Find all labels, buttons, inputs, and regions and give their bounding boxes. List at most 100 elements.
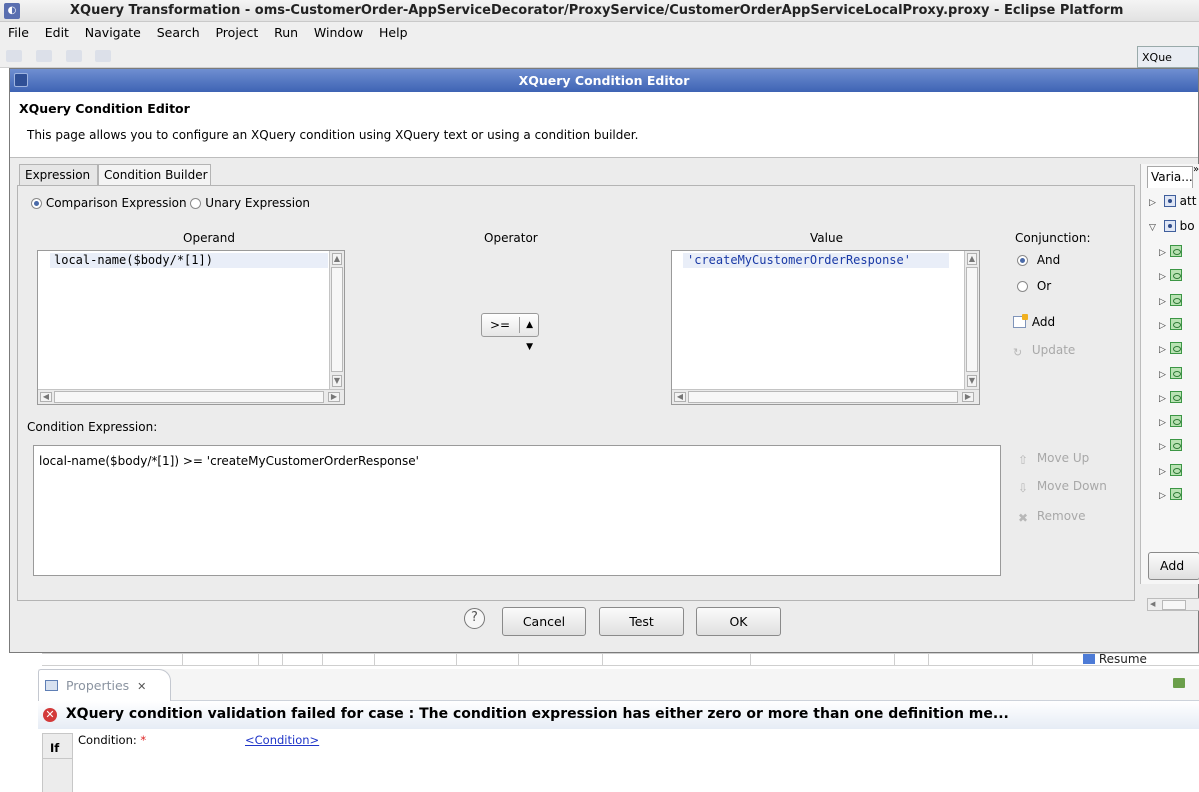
expand-triangle-icon[interactable]: ▷ (1159, 370, 1170, 380)
run-icon[interactable] (95, 50, 112, 62)
value-vscrollbar[interactable]: ▲ ▼ (964, 251, 979, 390)
operand-text[interactable]: local-name($body/*[1]) (50, 253, 328, 268)
scroll-up-arrow-icon[interactable]: ▲ (967, 253, 977, 265)
collapse-triangle-icon[interactable]: ▽ (1149, 223, 1160, 233)
operator-select[interactable]: >= ▲ ▼ (481, 313, 539, 352)
operand-hscrollbar[interactable]: ◀ ▶ (38, 389, 344, 404)
menu-navigate[interactable]: Navigate (81, 22, 145, 43)
scroll-down-arrow-icon[interactable]: ▼ (332, 375, 342, 387)
value-text[interactable]: 'createMyCustomerOrderResponse' (683, 253, 949, 268)
scroll-left-arrow-icon[interactable]: ◀ (1150, 600, 1155, 608)
scroll-thumb[interactable] (966, 267, 978, 372)
if-side-tab[interactable]: If (42, 733, 72, 759)
condition-link[interactable]: <Condition> (245, 733, 319, 747)
expand-triangle-icon[interactable]: ▷ (1159, 248, 1170, 258)
menu-help[interactable]: Help (375, 22, 412, 43)
operand-textarea[interactable]: local-name($body/*[1]) ▲ ▼ ◀ ▶ (37, 250, 345, 405)
expand-triangle-icon[interactable]: ▷ (1159, 442, 1170, 452)
expand-triangle-icon[interactable]: ▷ (1159, 467, 1170, 477)
save-icon[interactable] (35, 50, 52, 62)
update-button[interactable]: ↻ Update (1013, 343, 1075, 359)
tab-expression[interactable]: Expression (19, 164, 98, 185)
scroll-thumb[interactable] (54, 391, 324, 403)
xquery-perspective-tab[interactable]: XQue (1137, 46, 1199, 68)
expand-triangle-icon[interactable]: ▷ (1159, 491, 1170, 501)
cancel-button[interactable]: Cancel (502, 607, 586, 636)
variable-child-item[interactable]: ▷ (1159, 414, 1182, 434)
variable-child-item[interactable]: ▷ (1159, 366, 1182, 386)
comparison-expression-label[interactable]: Comparison Expression (46, 196, 187, 210)
scroll-left-arrow-icon[interactable]: ◀ (674, 392, 686, 402)
variable-child-item[interactable]: ▷ (1159, 390, 1182, 410)
condition-expression-text[interactable]: local-name($body/*[1]) >= 'createMyCusto… (39, 454, 419, 468)
variable-tree-item[interactable]: ▽ bo (1149, 219, 1195, 239)
variables-tab-label: Varia... (1151, 170, 1193, 184)
tab-overflow-chevron-icon[interactable]: » (1193, 164, 1199, 175)
properties-tab[interactable]: Properties ✕ (38, 669, 171, 702)
add-button[interactable]: Add (1013, 314, 1055, 329)
move-down-button[interactable]: ⇩ Move Down (1018, 479, 1107, 495)
comparison-expression-radio[interactable] (31, 198, 42, 209)
expand-triangle-icon[interactable]: ▷ (1159, 345, 1170, 355)
variable-icon (1163, 220, 1176, 232)
menu-search[interactable]: Search (153, 22, 204, 43)
expand-triangle-icon[interactable]: ▷ (1149, 198, 1160, 208)
menu-run[interactable]: Run (270, 22, 302, 43)
variable-child-item[interactable]: ▷ (1159, 244, 1182, 264)
resume-button[interactable]: Resume (1083, 652, 1147, 666)
variable-child-item[interactable]: ▷ (1159, 268, 1182, 288)
conjunction-or-label[interactable]: Or (1037, 279, 1051, 293)
remove-button[interactable]: ✖ Remove (1018, 509, 1086, 525)
scroll-thumb[interactable] (331, 267, 343, 372)
variable-child-item[interactable]: ▷ (1159, 438, 1182, 458)
condition-expression-textarea[interactable]: local-name($body/*[1]) >= 'createMyCusto… (33, 445, 1001, 576)
variable-child-item[interactable]: ▷ (1159, 487, 1182, 507)
scroll-right-arrow-icon[interactable]: ▶ (962, 392, 974, 402)
tab-condition-builder[interactable]: Condition Builder (98, 164, 211, 185)
menu-file[interactable]: File (4, 22, 33, 43)
expand-triangle-icon[interactable]: ▷ (1159, 394, 1170, 404)
scroll-left-arrow-icon[interactable]: ◀ (40, 392, 52, 402)
variable-child-item[interactable]: ▷ (1159, 293, 1182, 313)
variable-child-item[interactable]: ▷ (1159, 463, 1182, 483)
variable-child-item[interactable]: ▷ (1159, 341, 1182, 361)
conjunction-or-option[interactable]: Or (1017, 279, 1051, 293)
expand-triangle-icon[interactable]: ▷ (1159, 321, 1170, 331)
menu-project[interactable]: Project (211, 22, 262, 43)
new-icon[interactable] (6, 50, 22, 62)
conjunction-and-label[interactable]: And (1037, 253, 1060, 267)
expand-triangle-icon[interactable]: ▷ (1159, 297, 1170, 307)
menu-window[interactable]: Window (310, 22, 367, 43)
expand-triangle-icon[interactable]: ▷ (1159, 272, 1170, 282)
variables-hscrollbar[interactable]: ◀ (1147, 598, 1199, 611)
unary-expression-label[interactable]: Unary Expression (205, 196, 310, 210)
close-icon[interactable]: ✕ (137, 680, 146, 693)
variables-tab[interactable]: Varia... (1147, 166, 1193, 188)
ok-button[interactable]: OK (696, 607, 781, 636)
view-menu-icon[interactable] (1173, 678, 1185, 688)
operand-vscrollbar[interactable]: ▲ ▼ (329, 251, 344, 390)
print-icon[interactable] (65, 50, 82, 62)
element-icon (1170, 366, 1182, 379)
expand-triangle-icon[interactable]: ▷ (1159, 418, 1170, 428)
element-icon (1170, 415, 1182, 428)
help-icon[interactable]: ? (464, 608, 485, 629)
unary-expression-radio[interactable] (190, 198, 202, 209)
conjunction-and-radio[interactable] (1017, 255, 1028, 266)
scroll-thumb[interactable] (1162, 600, 1186, 610)
test-button[interactable]: Test (599, 607, 684, 636)
scroll-up-arrow-icon[interactable]: ▲ (332, 253, 342, 265)
variables-add-button[interactable]: Add (1148, 552, 1199, 580)
variable-child-item[interactable]: ▷ (1159, 317, 1182, 337)
scroll-right-arrow-icon[interactable]: ▶ (328, 392, 340, 402)
menu-edit[interactable]: Edit (41, 22, 73, 43)
conjunction-or-radio[interactable] (1017, 281, 1028, 292)
scroll-thumb[interactable] (688, 391, 958, 403)
value-hscrollbar[interactable]: ◀ ▶ (672, 389, 979, 404)
value-textarea[interactable]: 'createMyCustomerOrderResponse' ▲ ▼ ◀ ▶ (671, 250, 980, 405)
scroll-down-arrow-icon[interactable]: ▼ (967, 375, 977, 387)
conjunction-and-option[interactable]: And (1017, 253, 1060, 267)
variable-tree-item[interactable]: ▷ att (1149, 194, 1196, 214)
move-up-button[interactable]: ⇧ Move Up (1018, 451, 1089, 467)
remove-label: Remove (1036, 509, 1086, 523)
